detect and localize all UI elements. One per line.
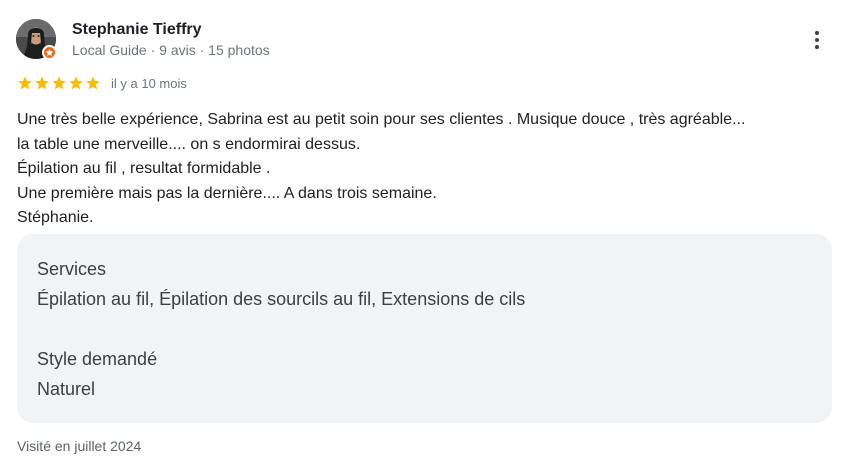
- rating-row: il y a 10 mois: [17, 74, 187, 92]
- review-text: Une très belle expérience, Sabrina est a…: [17, 108, 837, 231]
- more-vertical-icon-dot: [815, 45, 819, 49]
- author-meta[interactable]: Local Guide · 9 avis · 15 photos: [72, 41, 270, 59]
- review-text-line: Une très belle expérience, Sabrina est a…: [17, 111, 746, 128]
- more-vertical-icon: [815, 31, 819, 35]
- review-text-line: Épilation au fil , resultat formidable .: [17, 160, 271, 177]
- star-icon: [52, 76, 66, 90]
- local-guide-star-icon: [42, 45, 57, 60]
- star-icon: [86, 76, 100, 90]
- detail-label: Style demandé: [37, 349, 158, 369]
- star-rating: [17, 75, 101, 91]
- review-text-line: Stéphanie.: [17, 209, 94, 226]
- detail-style: Style demandé Naturel: [37, 348, 812, 400]
- visit-date: Visité en juillet 2024: [17, 438, 142, 454]
- detail-value: Épilation au fil, Épilation des sourcils…: [37, 289, 526, 309]
- review-date: il y a 10 mois: [111, 75, 187, 91]
- avatar[interactable]: [16, 19, 57, 60]
- star-icon: [69, 76, 83, 90]
- review-details-card: Services Épilation au fil, Épilation des…: [17, 234, 832, 423]
- detail-label: Services: [37, 259, 107, 279]
- more-options-button[interactable]: [804, 26, 830, 54]
- review-text-line: la table une merveille.... on s endormir…: [17, 135, 361, 153]
- author-name[interactable]: Stephanie Tieffry: [72, 20, 202, 40]
- review-card: Stephanie Tieffry Local Guide · 9 avis ·…: [0, 0, 854, 460]
- star-icon: [18, 76, 32, 90]
- review-text-line: Une première mais pas la dernière.... A …: [17, 184, 437, 202]
- detail-services: Services Épilation au fil, Épilation des…: [37, 258, 812, 310]
- star-icon: [35, 76, 49, 90]
- detail-value: Naturel: [37, 379, 96, 399]
- more-vertical-icon-dot: [815, 38, 819, 42]
